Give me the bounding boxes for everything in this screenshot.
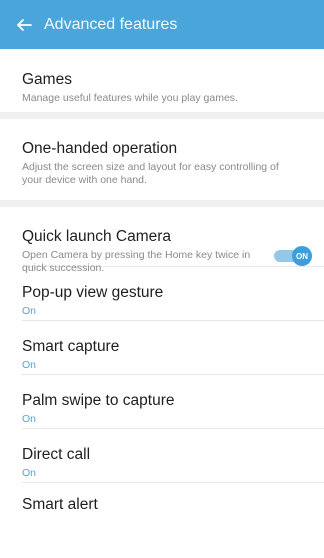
setting-smart-capture[interactable]: Smart capture On [0, 321, 324, 374]
setting-pop-up-view-gesture[interactable]: Pop-up view gesture On [0, 267, 324, 320]
setting-title: Palm swipe to capture [22, 392, 175, 409]
quick-launch-camera-toggle[interactable]: ON [274, 246, 312, 266]
setting-description: Adjust the screen size and layout for ea… [22, 161, 279, 186]
section-divider [0, 112, 324, 119]
setting-status: On [22, 305, 37, 317]
setting-title: One-handed operation [22, 140, 178, 157]
arrow-left-icon [17, 18, 32, 31]
setting-title: Pop-up view gesture [22, 284, 164, 301]
page-title: Advanced features [44, 15, 178, 33]
setting-quick-launch-camera[interactable]: Quick launch Camera Open Camera by press… [0, 207, 324, 274]
setting-title: Quick launch Camera [22, 228, 172, 245]
setting-title: Smart capture [22, 338, 120, 355]
setting-one-handed-operation[interactable]: One-handed operation Adjust the screen s… [0, 119, 324, 200]
setting-title: Smart alert [22, 496, 98, 513]
setting-direct-call[interactable]: Direct call On [0, 429, 324, 482]
setting-status: On [22, 467, 37, 479]
setting-status: On [22, 413, 37, 425]
setting-title: Games [22, 71, 72, 88]
setting-games[interactable]: Games Manage useful features while you p… [0, 49, 324, 112]
setting-smart-alert[interactable]: Smart alert [0, 483, 324, 513]
back-button[interactable] [15, 16, 33, 34]
setting-status: On [22, 359, 37, 371]
setting-palm-swipe-to-capture[interactable]: Palm swipe to capture On [0, 375, 324, 428]
toggle-knob: ON [292, 246, 312, 266]
setting-title: Direct call [22, 446, 91, 463]
setting-description: Manage useful features while you play ga… [22, 92, 238, 104]
app-bar: Advanced features [0, 0, 324, 49]
section-divider [0, 200, 324, 207]
